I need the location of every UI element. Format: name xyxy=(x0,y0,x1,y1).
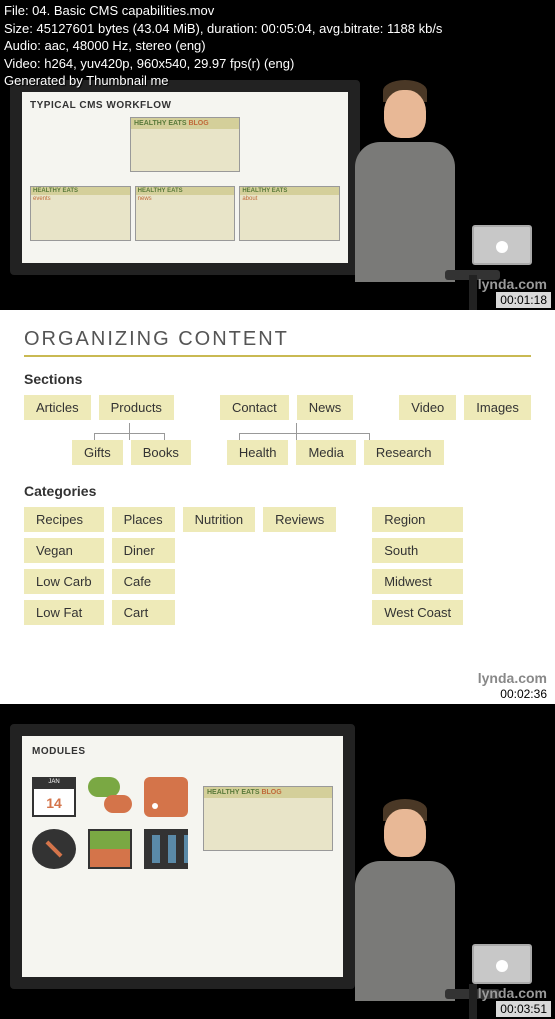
workflow-child-node: HEALTHY EATS news xyxy=(135,186,236,241)
category-tag: Low Fat xyxy=(24,600,104,625)
workflow-child-node: HEALTHY EATS events xyxy=(30,186,131,241)
slide-title: MODULES xyxy=(32,746,333,757)
meta-size: Size: 45127601 bytes (43.04 MiB), durati… xyxy=(4,20,442,38)
photo-icon xyxy=(88,829,132,869)
meta-file: File: 04. Basic CMS capabilities.mov xyxy=(4,2,442,20)
meta-generated: Generated by Thumbnail me xyxy=(4,72,442,90)
slide-title: ORGANIZING CONTENT xyxy=(24,328,531,351)
category-tag: Cafe xyxy=(112,569,175,594)
apple-logo-icon xyxy=(496,960,508,972)
workflow-children: HEALTHY EATS events HEALTHY EATS news HE… xyxy=(30,186,340,241)
meta-video: Video: h264, yuv420p, 960x540, 29.97 fps… xyxy=(4,55,442,73)
section-child-tag: Books xyxy=(131,440,191,465)
section-tag: Products xyxy=(99,395,174,420)
category-tag: South xyxy=(372,538,463,563)
section-child-tag: Research xyxy=(364,440,444,465)
comments-icon xyxy=(88,777,132,817)
presenter-person xyxy=(335,799,475,999)
category-tag: Region xyxy=(372,507,463,532)
sections-area: Articles Products Contact News Video Ima… xyxy=(24,395,531,465)
site-brand: HEALTHY EATS xyxy=(134,120,187,127)
frame-timestamp: 00:01:18 xyxy=(496,292,551,308)
sections-heading: Sections xyxy=(24,371,531,387)
category-tag: Places xyxy=(112,507,175,532)
thumbnail-frame-2: ORGANIZING CONTENT Sections Articles Pro… xyxy=(0,310,555,704)
category-tag: Midwest xyxy=(372,569,463,594)
category-tag: Cart xyxy=(112,600,175,625)
module-icons-grid: JAN 14 xyxy=(32,777,192,869)
laptop-icon xyxy=(472,225,547,280)
category-tag: Nutrition xyxy=(183,507,255,532)
preview-brand-suffix: BLOG xyxy=(261,789,281,796)
title-underline xyxy=(24,355,531,357)
section-tag: Articles xyxy=(24,395,91,420)
preview-brand: HEALTHY EATS xyxy=(207,789,260,796)
workflow-child-node: HEALTHY EATS about xyxy=(239,186,340,241)
film-icon xyxy=(144,829,188,869)
category-tag: Vegan xyxy=(24,538,104,563)
stand-pole xyxy=(469,275,477,310)
category-tag: Reviews xyxy=(263,507,336,532)
thumbnail-frame-3: MODULES JAN 14 HEALTHY EATS BLOG lynda.c… xyxy=(0,704,555,1019)
categories-area: Recipes Vegan Low Carb Low Fat Places Di… xyxy=(24,507,531,625)
rss-icon xyxy=(144,777,188,817)
frame-timestamp: 00:02:36 xyxy=(496,686,551,702)
section-tag: Video xyxy=(399,395,456,420)
watermark: lynda.com xyxy=(478,276,547,292)
presenter-person xyxy=(335,80,475,280)
frame-timestamp: 00:03:51 xyxy=(496,1001,551,1017)
category-tag: Low Carb xyxy=(24,569,104,594)
tree-connector xyxy=(24,426,531,440)
slide-title: TYPICAL CMS WORKFLOW xyxy=(30,100,340,111)
section-tag: Images xyxy=(464,395,531,420)
site-brand-suffix: BLOG xyxy=(188,120,208,127)
watermark: lynda.com xyxy=(478,985,547,1001)
category-tag: Recipes xyxy=(24,507,104,532)
categories-heading: Categories xyxy=(24,483,531,499)
workflow-root-node: HEALTHY EATS BLOG xyxy=(130,117,240,172)
section-child-tag: Gifts xyxy=(72,440,123,465)
section-tag: News xyxy=(297,395,354,420)
section-tag: Contact xyxy=(220,395,289,420)
video-metadata: File: 04. Basic CMS capabilities.mov Siz… xyxy=(4,2,442,90)
category-tag: West Coast xyxy=(372,600,463,625)
section-child-tag: Media xyxy=(296,440,355,465)
presentation-board: TYPICAL CMS WORKFLOW HEALTHY EATS BLOG H… xyxy=(10,80,360,275)
apple-logo-icon xyxy=(496,241,508,253)
section-child-tag: Health xyxy=(227,440,289,465)
category-tag: Diner xyxy=(112,538,175,563)
presentation-board: MODULES JAN 14 HEALTHY EATS BLOG xyxy=(10,724,355,989)
watermark: lynda.com xyxy=(478,670,547,686)
calendar-icon: JAN 14 xyxy=(32,777,76,817)
compass-icon xyxy=(32,829,76,869)
meta-audio: Audio: aac, 48000 Hz, stereo (eng) xyxy=(4,37,442,55)
module-preview-card: HEALTHY EATS BLOG xyxy=(203,786,333,851)
